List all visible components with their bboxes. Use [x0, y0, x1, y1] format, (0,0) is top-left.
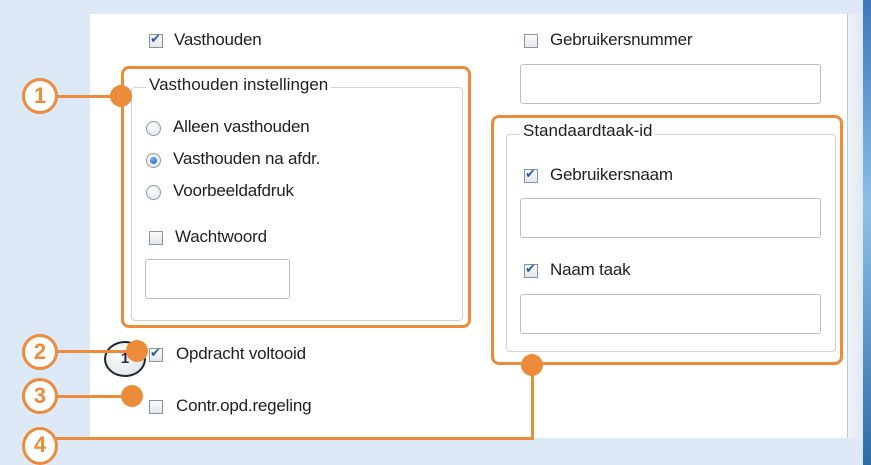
callout-2-number: 2	[22, 334, 58, 370]
job-control-checkbox[interactable]	[149, 400, 163, 414]
callout-3-number: 3	[22, 378, 58, 414]
hold-checkbox[interactable]	[149, 32, 163, 48]
user-number-checkbox[interactable]	[524, 34, 538, 48]
callout-4-number: 4	[22, 427, 58, 465]
hold-label: Vasthouden	[174, 30, 262, 49]
job-control-label: Contr.opd.regeling	[176, 396, 312, 415]
background-strip	[863, 0, 871, 465]
callout-1-number: 1	[22, 78, 58, 114]
callout-1-dot	[110, 85, 132, 107]
callout-2-dot	[126, 340, 148, 362]
callout-4-line-horizontal	[56, 437, 534, 440]
callout-3-dot	[121, 385, 143, 407]
user-number-label: Gebruikersnummer	[550, 30, 693, 49]
screenshot-stage: Vasthouden Vasthouden instellingen Allee…	[0, 0, 871, 465]
job-complete-label: Opdracht voltooid	[176, 344, 306, 363]
callout-4-highlight	[491, 115, 843, 365]
callout-4-line-vertical	[531, 364, 534, 440]
job-complete-checkbox[interactable]	[149, 346, 163, 362]
callout-1-highlight	[121, 66, 471, 328]
dialog-right-edge	[847, 14, 864, 438]
user-number-field[interactable]	[520, 64, 821, 104]
